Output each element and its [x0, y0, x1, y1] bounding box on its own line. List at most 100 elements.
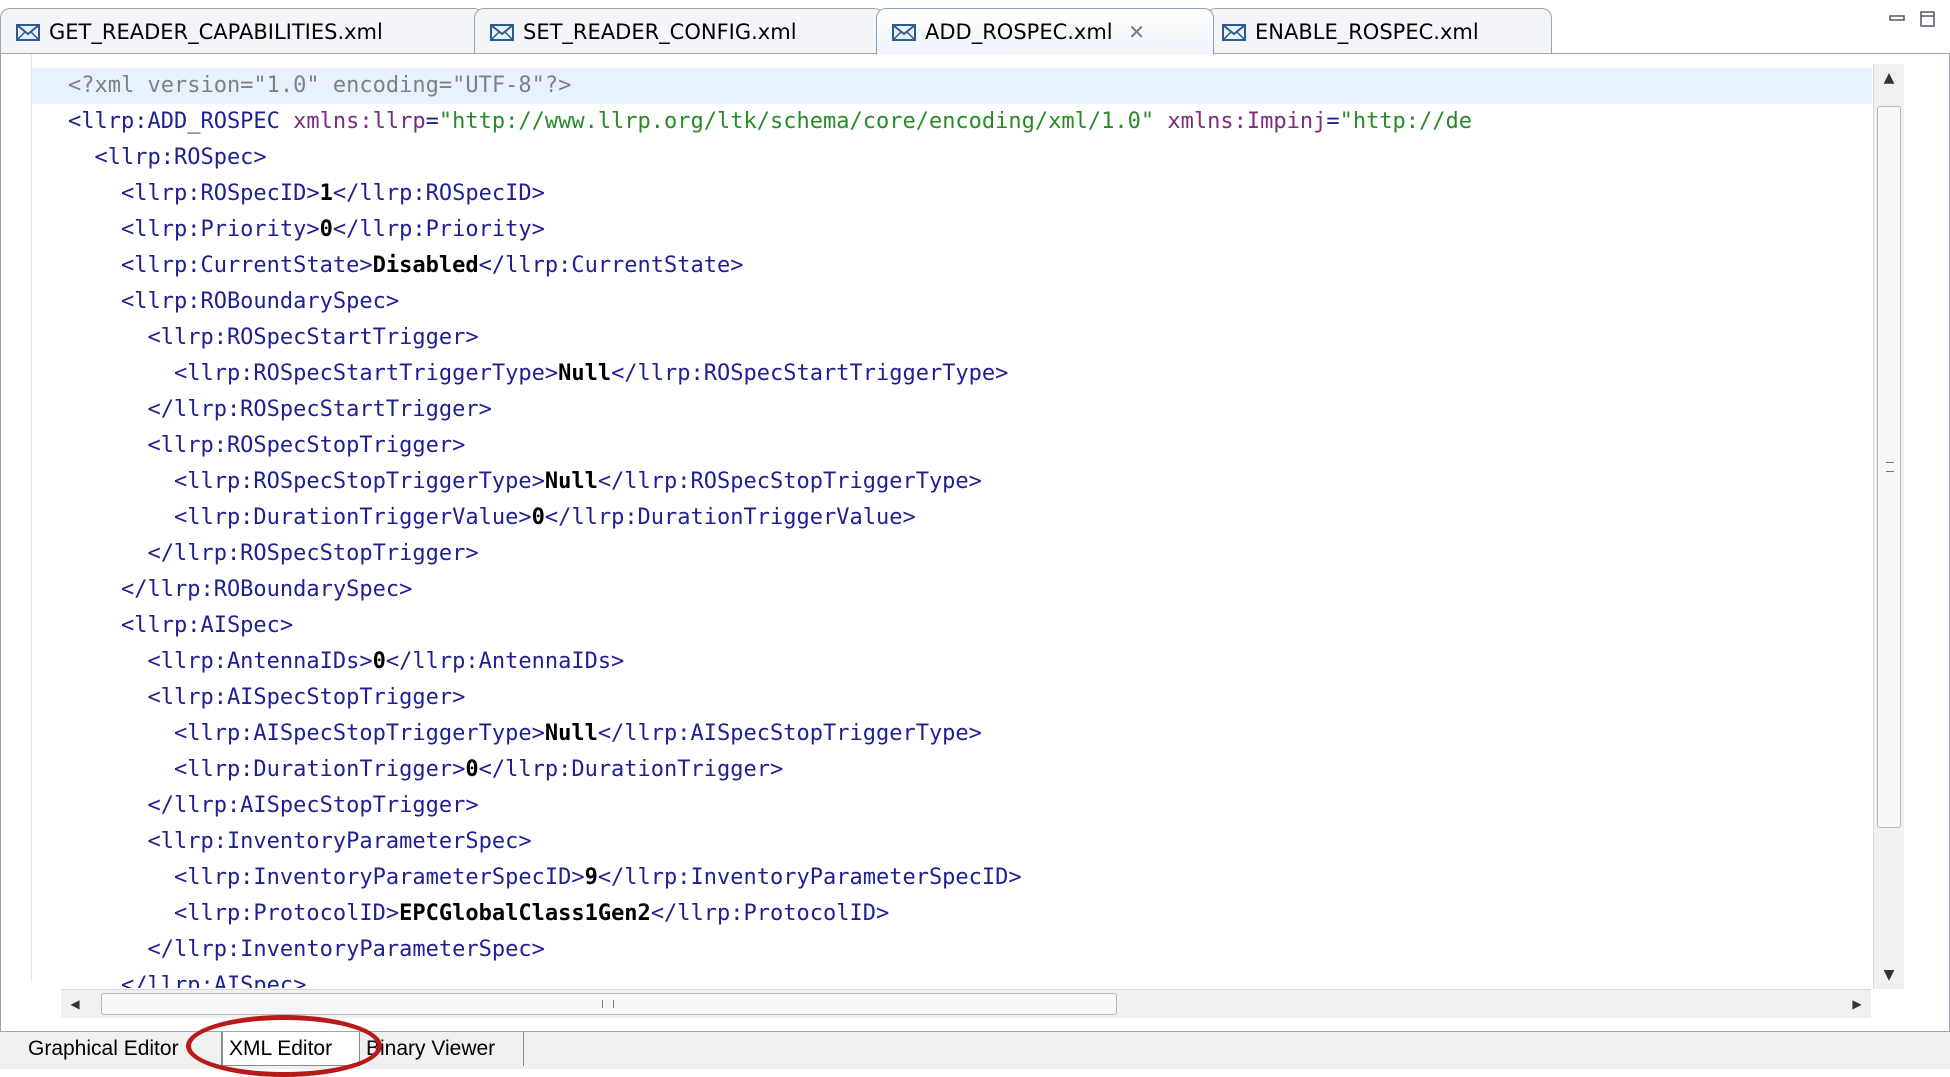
code-token: <llrp:InventoryParameterSpec>: [68, 829, 532, 854]
minimize-icon[interactable]: [1888, 10, 1908, 28]
code-token: xmlns:llrp: [293, 109, 426, 134]
code-token: Disabled: [372, 253, 479, 278]
code-token: </llrp:InventoryParameterSpecID>: [597, 865, 1022, 890]
code-line[interactable]: <llrp:ROSpec>: [32, 140, 1872, 176]
code-line[interactable]: </llrp:InventoryParameterSpec>: [32, 932, 1872, 968]
code-token: <llrp:ROSpec>: [68, 145, 267, 170]
tab-label: ENABLE_ROSPEC.xml: [1255, 19, 1479, 44]
code-token: <llrp:ROSpecID>: [68, 181, 320, 206]
tab-set-reader-config[interactable]: SET_READER_CONFIG.xml: [474, 8, 884, 54]
code-line[interactable]: </llrp:ROBoundarySpec>: [32, 572, 1872, 608]
code-token: Null: [558, 361, 612, 386]
code-line[interactable]: <llrp:AISpec>: [32, 608, 1872, 644]
code-line[interactable]: <llrp:ROBoundarySpec>: [32, 284, 1872, 320]
tab-graphical-editor[interactable]: Graphical Editor: [22, 1032, 222, 1066]
code-line[interactable]: <llrp:ROSpecStartTrigger>: [32, 320, 1872, 356]
code-token: <llrp:ROSpecStopTriggerType>: [68, 469, 545, 494]
code-line[interactable]: <llrp:InventoryParameterSpec>: [32, 824, 1872, 860]
tab-label: Graphical Editor: [28, 1037, 179, 1060]
vertical-scrollbar[interactable]: ▲ ▼: [1873, 64, 1904, 989]
code-token: "http://de: [1339, 109, 1473, 134]
code-token: </llrp:AntennaIDs>: [385, 649, 625, 674]
vertical-scroll-thumb[interactable]: [1877, 106, 1901, 828]
code-token: </llrp:AISpec>: [68, 973, 307, 988]
code-token: <llrp:AISpecStopTriggerType>: [68, 721, 545, 746]
code-token: Null: [544, 721, 598, 746]
tab-get-reader-capabilities[interactable]: GET_READER_CAPABILITIES.xml: [0, 8, 484, 54]
code-token: 0: [319, 217, 333, 242]
code-token: EPCGlobalClass1Gen2: [399, 901, 651, 926]
maximize-icon[interactable]: [1918, 10, 1938, 28]
horizontal-scrollbar[interactable]: ◀ ▶: [61, 989, 1871, 1018]
code-line[interactable]: <llrp:CurrentState>Disabled</llrp:Curren…: [32, 248, 1872, 284]
code-token: <llrp:DurationTriggerValue>: [68, 505, 532, 530]
code-line[interactable]: <llrp:ROSpecStopTriggerType>Null</llrp:R…: [32, 464, 1872, 500]
envelope-icon: [892, 23, 916, 41]
code-line[interactable]: <llrp:AISpecStopTrigger>: [32, 680, 1872, 716]
editor-page-tabs: Graphical Editor XML Editor Binary Viewe…: [0, 1031, 1950, 1069]
scroll-right-icon[interactable]: ▶: [1843, 990, 1871, 1018]
code-token: </llrp:Priority>: [332, 217, 545, 242]
close-icon[interactable]: ✕: [1127, 20, 1147, 44]
envelope-icon: [16, 23, 40, 41]
code-token: <llrp:ROSpecStopTrigger>: [68, 433, 466, 458]
code-line[interactable]: </llrp:AISpec>: [32, 968, 1872, 988]
code-token: </llrp:DurationTriggerValue>: [544, 505, 916, 530]
code-token: </llrp:ProtocolID>: [650, 901, 890, 926]
code-token: <llrp:Priority>: [68, 217, 320, 242]
code-token: <llrp:InventoryParameterSpecID>: [68, 865, 585, 890]
code-token: </llrp:ROSpecStartTriggerType>: [611, 361, 1009, 386]
code-token: </llrp:CurrentState>: [478, 253, 744, 278]
editor-gutter: [1, 54, 32, 982]
code-token: <llrp:ProtocolID>: [68, 901, 400, 926]
grip-icon: [1886, 462, 1894, 472]
code-line[interactable]: </llrp:ROSpecStopTrigger>: [32, 536, 1872, 572]
code-token: </llrp:ROSpecStopTriggerType>: [597, 469, 982, 494]
scroll-left-icon[interactable]: ◀: [61, 990, 89, 1018]
code-token: </llrp:ROSpecID>: [332, 181, 545, 206]
tab-binary-viewer[interactable]: Binary Viewer: [360, 1032, 524, 1066]
code-line[interactable]: <llrp:InventoryParameterSpecID>9</llrp:I…: [32, 860, 1872, 896]
tab-label: GET_READER_CAPABILITIES.xml: [49, 19, 383, 44]
xml-editor[interactable]: <?xml version="1.0" encoding="UTF-8"?> <l…: [0, 54, 1950, 1031]
code-line[interactable]: <llrp:Priority>0</llrp:Priority>: [32, 212, 1872, 248]
code-area[interactable]: <?xml version="1.0" encoding="UTF-8"?> <l…: [32, 68, 1872, 988]
tab-xml-editor[interactable]: XML Editor: [222, 1032, 360, 1066]
scroll-down-icon[interactable]: ▼: [1874, 961, 1904, 989]
horizontal-scroll-thumb[interactable]: [101, 993, 1117, 1015]
code-token: <?xml version="1.0" encoding="UTF-8"?>: [68, 73, 572, 98]
code-line[interactable]: <llrp:ADD_ROSPEC xmlns:llrp="http://www.…: [32, 104, 1872, 140]
code-line[interactable]: <llrp:ProtocolID>EPCGlobalClass1Gen2</ll…: [32, 896, 1872, 932]
code-line[interactable]: <llrp:ROSpecStartTriggerType>Null</llrp:…: [32, 356, 1872, 392]
code-token: </llrp:DurationTrigger>: [478, 757, 784, 782]
tab-enable-rospec[interactable]: ENABLE_ROSPEC.xml: [1206, 8, 1552, 54]
code-token: Null: [544, 469, 598, 494]
tab-label: SET_READER_CONFIG.xml: [523, 19, 797, 44]
code-token: <llrp:AISpecStopTrigger>: [68, 685, 466, 710]
code-line[interactable]: </llrp:AISpecStopTrigger>: [32, 788, 1872, 824]
tab-label: XML Editor: [229, 1036, 333, 1060]
code-line[interactable]: <llrp:ROSpecStopTrigger>: [32, 428, 1872, 464]
code-token: <llrp:ROSpecStartTriggerType>: [68, 361, 559, 386]
code-token: 0: [465, 757, 479, 782]
window-controls: [1888, 10, 1938, 28]
code-token: </llrp:ROSpecStopTrigger>: [68, 541, 479, 566]
code-token: 0: [531, 505, 545, 530]
code-line[interactable]: <llrp:DurationTrigger>0</llrp:DurationTr…: [32, 752, 1872, 788]
code-line[interactable]: <?xml version="1.0" encoding="UTF-8"?>: [32, 68, 1872, 104]
code-token: <llrp:ROSpecStartTrigger>: [68, 325, 479, 350]
scroll-up-icon[interactable]: ▲: [1874, 64, 1904, 92]
code-token: <llrp:ADD_ROSPEC: [68, 109, 294, 134]
editor-tab-bar: GET_READER_CAPABILITIES.xml SET_READER_C…: [0, 0, 1950, 55]
envelope-icon: [1222, 23, 1246, 41]
tab-label: Binary Viewer: [366, 1037, 496, 1060]
code-line[interactable]: <llrp:DurationTriggerValue>0</llrp:Durat…: [32, 500, 1872, 536]
code-line[interactable]: <llrp:ROSpecID>1</llrp:ROSpecID>: [32, 176, 1872, 212]
code-line[interactable]: </llrp:ROSpecStartTrigger>: [32, 392, 1872, 428]
code-line[interactable]: <llrp:AntennaIDs>0</llrp:AntennaIDs>: [32, 644, 1872, 680]
code-line[interactable]: <llrp:AISpecStopTriggerType>Null</llrp:A…: [32, 716, 1872, 752]
code-token: <llrp:CurrentState>: [68, 253, 373, 278]
code-token: =: [1326, 109, 1340, 134]
tab-add-rospec[interactable]: ADD_ROSPEC.xml ✕: [876, 8, 1214, 55]
